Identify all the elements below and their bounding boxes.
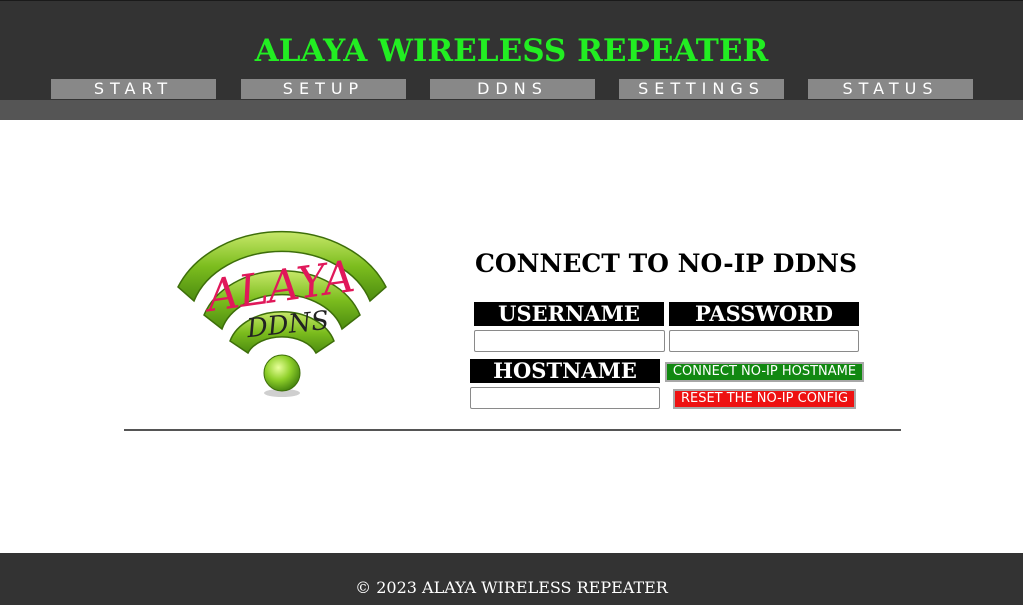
wifi-logo-icon: ALAYA DDNS <box>177 230 387 397</box>
footer-copyright: © 2023 ALAYA WIRELESS REPEATER <box>355 578 668 597</box>
hostname-label: HOSTNAME <box>470 359 660 383</box>
password-label: PASSWORD <box>669 302 859 326</box>
password-input[interactable] <box>669 330 859 352</box>
tab-start[interactable]: START <box>51 79 216 99</box>
tab-ddns[interactable]: DDNS <box>430 79 595 99</box>
tab-setup[interactable]: SETUP <box>241 79 406 99</box>
username-input[interactable] <box>474 330 665 352</box>
tab-settings[interactable]: SETTINGS <box>619 79 784 99</box>
connect-noip-button[interactable]: CONNECT NO-IP HOSTNAME <box>665 362 864 382</box>
username-label: USERNAME <box>474 302 664 326</box>
section-title: CONNECT TO NO-IP DDNS <box>474 249 858 278</box>
tab-status[interactable]: STATUS <box>808 79 973 99</box>
nav-underbar <box>0 100 1023 120</box>
hostname-input[interactable] <box>470 387 660 409</box>
app-title: ALAYA WIRELESS REPEATER <box>254 33 769 69</box>
divider <box>124 429 901 431</box>
reset-noip-button[interactable]: RESET THE NO-IP CONFIG <box>673 389 856 409</box>
